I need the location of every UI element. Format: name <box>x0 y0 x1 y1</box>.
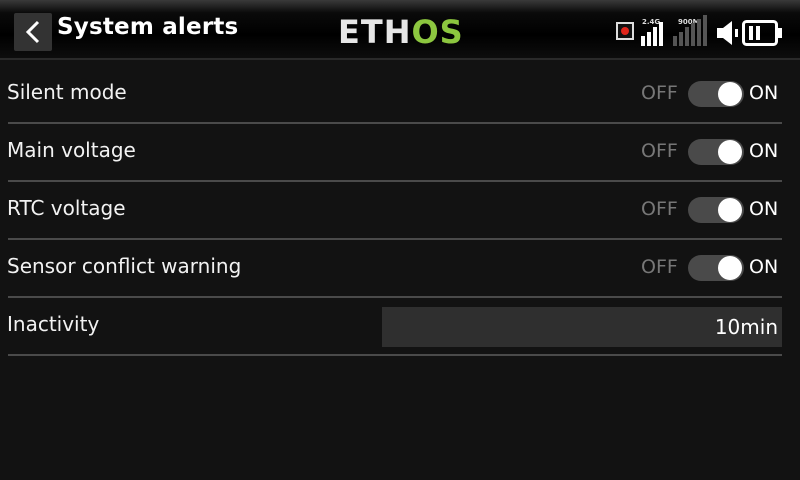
toggle-on-label: ON <box>749 140 779 162</box>
row-label: Main voltage <box>7 138 136 162</box>
screen: System alerts ETHOS 2.4G 900M Silent mod… <box>0 0 800 480</box>
back-button[interactable] <box>14 13 52 51</box>
toggle-off-label: OFF <box>641 256 678 278</box>
record-icon <box>616 22 634 40</box>
toggle-knob[interactable] <box>718 82 742 106</box>
signal-bars-icon <box>641 22 663 46</box>
toggle-on-label: ON <box>749 198 779 220</box>
rtc-voltage-toggle[interactable]: OFF ON <box>641 195 782 225</box>
header-bar: System alerts ETHOS 2.4G 900M <box>0 0 800 60</box>
toggle-track[interactable] <box>688 139 744 165</box>
speaker-icon <box>717 21 738 45</box>
sensor-conflict-toggle[interactable]: OFF ON <box>641 253 782 283</box>
row-label: Sensor conflict warning <box>7 254 242 278</box>
toggle-knob[interactable] <box>718 198 742 222</box>
inactivity-value: 10min <box>714 315 778 339</box>
signal-bars-icon <box>673 15 707 46</box>
ethos-logo: ETHOS <box>338 12 464 52</box>
main-voltage-toggle[interactable]: OFF ON <box>641 137 782 167</box>
toggle-track[interactable] <box>688 255 744 281</box>
row-label: Inactivity <box>7 312 100 336</box>
toggle-track[interactable] <box>688 197 744 223</box>
row-rtc-voltage: RTC voltage OFF ON <box>0 182 800 240</box>
silent-mode-toggle[interactable]: OFF ON <box>641 79 782 109</box>
toggle-off-label: OFF <box>641 140 678 162</box>
row-inactivity: Inactivity 10min <box>0 298 800 356</box>
toggle-off-label: OFF <box>641 82 678 104</box>
row-label: RTC voltage <box>7 196 126 220</box>
logo-accent: OS <box>411 13 464 51</box>
page-title: System alerts <box>57 14 239 40</box>
toggle-track[interactable] <box>688 81 744 107</box>
inactivity-value-field[interactable]: 10min <box>382 307 782 347</box>
toggle-on-label: ON <box>749 82 779 104</box>
toggle-knob[interactable] <box>718 140 742 164</box>
row-silent-mode: Silent mode OFF ON <box>0 66 800 124</box>
toggle-on-label: ON <box>749 256 779 278</box>
chevron-left-icon <box>25 20 40 44</box>
logo-main: ETH <box>338 13 412 51</box>
row-label: Silent mode <box>7 80 127 104</box>
toggle-knob[interactable] <box>718 256 742 280</box>
divider <box>8 354 782 356</box>
row-main-voltage: Main voltage OFF ON <box>0 124 800 182</box>
row-sensor-conflict: Sensor conflict warning OFF ON <box>0 240 800 298</box>
battery-icon <box>742 20 782 46</box>
toggle-off-label: OFF <box>641 198 678 220</box>
